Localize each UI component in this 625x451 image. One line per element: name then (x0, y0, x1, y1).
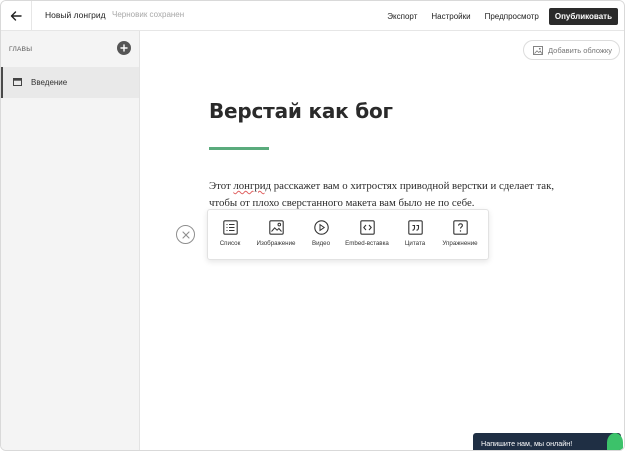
insert-quote-label: Цитата (404, 240, 426, 247)
image-icon (268, 220, 284, 235)
play-icon (313, 220, 329, 235)
chat-online-indicator[interactable] (607, 433, 623, 450)
insert-block-toolbar: Список Изображение Видео Embed-вставка Ц… (207, 209, 489, 260)
add-cover-label: Добавить обложку (548, 45, 613, 55)
chapters-header: ГЛАВЫ (1, 31, 140, 66)
chapters-label: ГЛАВЫ (9, 46, 33, 53)
document-title[interactable]: Новый лонгрид (45, 10, 106, 20)
settings-link[interactable]: Настройки (431, 12, 470, 21)
insert-exercise-label: Упражнение (442, 240, 478, 247)
body-text-start: Этот (209, 180, 234, 192)
longread-headline[interactable]: Верстай как бог (209, 99, 393, 123)
insert-exercise-button[interactable]: Упражнение (438, 210, 482, 261)
close-insert-menu-button[interactable] (176, 225, 195, 244)
top-bar: Новый лонгрид Черновик сохранен Экспорт … (1, 1, 624, 31)
plus-icon (120, 44, 128, 52)
back-button[interactable] (1, 1, 32, 31)
export-link[interactable]: Экспорт (387, 12, 417, 21)
misspelled-word: лонгрид (233, 180, 272, 192)
insert-image-label: Изображение (256, 240, 296, 247)
body-paragraph[interactable]: Этот лонгрид расскажет вам о хитростях п… (209, 178, 579, 212)
image-icon (533, 45, 543, 55)
support-chat-label: Напишите нам, мы онлайн! (481, 439, 573, 448)
quote-icon (407, 220, 423, 235)
question-icon (452, 220, 468, 235)
insert-image-button[interactable]: Изображение (253, 210, 299, 261)
insert-embed-button[interactable]: Embed-вставка (343, 210, 391, 261)
add-chapter-button[interactable] (117, 41, 131, 55)
top-actions: Экспорт Настройки Предпросмотр Опубликов… (373, 6, 618, 26)
insert-video-label: Видео (311, 240, 331, 247)
chapter-icon (13, 78, 22, 86)
sidebar-item-intro[interactable]: Введение (1, 67, 139, 98)
insert-video-button[interactable]: Видео (308, 210, 334, 261)
save-status: Черновик сохранен (112, 10, 185, 19)
add-cover-button[interactable]: Добавить обложку (523, 40, 620, 60)
publish-button[interactable]: Опубликовать (548, 7, 618, 25)
sidebar-item-label: Введение (31, 78, 68, 87)
close-icon (181, 230, 190, 239)
support-chat-button[interactable]: Напишите нам, мы онлайн! (473, 433, 621, 450)
editor-window: Новый лонгрид Черновик сохранен Экспорт … (0, 0, 625, 451)
list-icon (222, 220, 238, 235)
arrow-left-icon (10, 11, 22, 21)
insert-quote-button[interactable]: Цитата (400, 210, 430, 261)
chapters-sidebar: ГЛАВЫ Введение (1, 31, 140, 450)
code-icon (359, 220, 375, 235)
preview-link[interactable]: Предпросмотр (485, 12, 539, 21)
insert-list-label: Список (219, 240, 241, 247)
insert-embed-label: Embed-вставка (345, 240, 389, 247)
headline-accent-line (209, 147, 269, 150)
insert-list-button[interactable]: Список (216, 210, 244, 261)
